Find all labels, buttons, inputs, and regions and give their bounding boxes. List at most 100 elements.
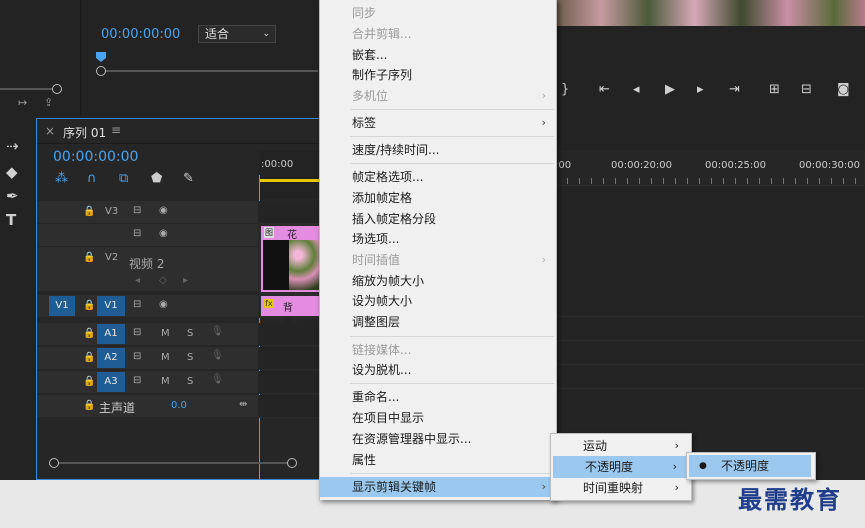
keyframe-next-icon[interactable]: ▸ bbox=[183, 275, 188, 286]
type-icon[interactable]: T bbox=[6, 211, 16, 229]
menu-item-set-to-frame[interactable]: 设为帧大小 bbox=[320, 291, 556, 311]
menu-item-make-subsequence[interactable]: 制作子序列 bbox=[320, 65, 556, 85]
sync-lock-icon[interactable]: ⊟ bbox=[133, 205, 141, 216]
linked-select-icon[interactable]: ⧉ bbox=[119, 171, 128, 186]
snap-icon[interactable]: ∩ bbox=[87, 171, 97, 186]
pen-icon[interactable]: ✒ bbox=[6, 187, 19, 205]
menu-item-insert-frame-hold[interactable]: 插入帧定格分段 bbox=[320, 209, 556, 229]
scroll-knob-right[interactable] bbox=[287, 458, 297, 468]
menu-icon[interactable]: ≡ bbox=[111, 123, 121, 137]
master-volume-value[interactable]: 0.0 bbox=[171, 400, 187, 411]
overwrite-icon[interactable]: ⇪ bbox=[44, 96, 53, 109]
marker-icon[interactable]: ⬟ bbox=[151, 171, 162, 186]
lock-icon[interactable]: 🔒 bbox=[83, 352, 95, 363]
nest-icon[interactable]: ⁂ bbox=[55, 171, 68, 186]
go-to-in-icon[interactable]: ⇤ bbox=[599, 82, 610, 97]
menu-item-label-color[interactable]: 标签 › bbox=[320, 113, 556, 133]
menu-item-show-clip-keyframes[interactable]: 显示剪辑关键帧 › bbox=[320, 477, 556, 497]
lock-icon[interactable]: 🔒 bbox=[83, 300, 95, 311]
track-label-v1[interactable]: V1 bbox=[97, 296, 125, 316]
menu-item-field-options[interactable]: 场选项... bbox=[320, 229, 556, 249]
eye-icon[interactable]: ◉ bbox=[159, 205, 168, 216]
microphone-icon[interactable]: 🎙 bbox=[211, 350, 224, 361]
go-to-end-icon[interactable]: ⇹ bbox=[239, 399, 247, 410]
eye-icon[interactable]: ◉ bbox=[159, 299, 168, 310]
wrench-icon[interactable]: ✎ bbox=[183, 171, 194, 186]
microphone-icon[interactable]: 🎙 bbox=[211, 374, 224, 385]
menu-item-link-media[interactable]: 链接媒体... bbox=[320, 340, 556, 360]
menu-item-frame-hold-options[interactable]: 帧定格选项... bbox=[320, 167, 556, 187]
menu-item-speed-duration[interactable]: 速度/持续时间... bbox=[320, 140, 556, 160]
menu-item-properties[interactable]: 属性 bbox=[320, 450, 556, 470]
mute-button[interactable]: M bbox=[161, 376, 170, 387]
submenu-item-motion[interactable]: 运动 › bbox=[551, 435, 689, 457]
keyframe-prev-icon[interactable]: ◂ bbox=[135, 275, 140, 286]
sync-lock-icon[interactable]: ⊟ bbox=[133, 228, 141, 239]
step-forward-icon[interactable]: ▸ bbox=[697, 82, 704, 97]
menu-item-add-frame-hold[interactable]: 添加帧定格 bbox=[320, 188, 556, 208]
lift-icon[interactable]: ⊞ bbox=[769, 82, 780, 97]
track-label-v2[interactable]: V2 bbox=[105, 252, 118, 263]
menu-item-scale-to-frame[interactable]: 缩放为帧大小 bbox=[320, 271, 556, 291]
menu-item-sync[interactable]: 同步 bbox=[320, 3, 556, 23]
source-patch-v1[interactable]: V1 bbox=[49, 296, 75, 316]
menu-item-adjustment-layer[interactable]: 调整图层 bbox=[320, 312, 556, 332]
scroll-knob-left[interactable] bbox=[49, 458, 59, 468]
submenu-item-time-remapping[interactable]: 时间重映射 › bbox=[551, 477, 689, 499]
play-icon[interactable]: ▶ bbox=[665, 82, 675, 97]
camera-icon[interactable]: ◙ bbox=[837, 82, 850, 97]
fit-dropdown[interactable]: 适合 ⌄ bbox=[198, 25, 276, 43]
close-icon[interactable]: × bbox=[45, 124, 55, 138]
time-ruler-right[interactable]: :00 00:00:20:00 00:00:25:00 00:00:30:00 bbox=[555, 150, 865, 185]
step-back-icon[interactable]: ◂ bbox=[633, 82, 640, 97]
sync-lock-icon[interactable]: ⊟ bbox=[133, 351, 141, 362]
razor-icon[interactable]: ◆ bbox=[6, 163, 18, 181]
menu-item-merge-clips[interactable]: 合并剪辑... bbox=[320, 24, 556, 44]
scrub-track[interactable] bbox=[0, 88, 60, 90]
mute-button[interactable]: M bbox=[161, 352, 170, 363]
go-to-out-icon[interactable]: ⇥ bbox=[729, 82, 740, 97]
lock-icon[interactable]: 🔒 bbox=[83, 400, 95, 411]
track-label-a3[interactable]: A3 bbox=[97, 372, 125, 392]
extract-icon[interactable]: ⊟ bbox=[801, 82, 812, 97]
source-scrub-knob[interactable] bbox=[96, 66, 106, 76]
clip-bg[interactable]: fx 背景.jpeg bbox=[261, 296, 321, 329]
solo-button[interactable]: S bbox=[187, 352, 193, 363]
lock-icon[interactable]: 🔒 bbox=[83, 252, 95, 263]
track-name-v2[interactable]: 视频 2 bbox=[129, 255, 164, 272]
track-label-v3[interactable]: V3 bbox=[105, 206, 118, 217]
playhead-icon[interactable] bbox=[96, 52, 106, 62]
eye-icon[interactable]: ◉ bbox=[159, 228, 168, 239]
microphone-icon[interactable]: 🎙 bbox=[211, 326, 224, 337]
sync-lock-icon[interactable]: ⊟ bbox=[133, 299, 141, 310]
sequence-tab[interactable]: 序列 01 bbox=[63, 124, 106, 141]
insert-icon[interactable]: ↦ bbox=[18, 96, 27, 109]
menu-item-reveal-in-explorer[interactable]: 在资源管理器中显示... bbox=[320, 429, 556, 449]
lock-icon[interactable]: 🔒 bbox=[83, 206, 95, 217]
menu-item-make-offline[interactable]: 设为脱机... bbox=[320, 360, 556, 380]
clip-flower[interactable]: 图 花儿.jpeg bbox=[261, 226, 322, 292]
timeline-scrollbar[interactable] bbox=[53, 462, 293, 464]
track-label-a2[interactable]: A2 bbox=[97, 348, 125, 368]
scrub-knob[interactable] bbox=[52, 84, 62, 94]
lock-icon[interactable]: 🔒 bbox=[83, 328, 95, 339]
track-label-a1[interactable]: A1 bbox=[97, 324, 125, 344]
submenu-item-opacity-param[interactable]: ● 不透明度 bbox=[689, 455, 811, 477]
menu-item-time-interpolation[interactable]: 时间插值 › bbox=[320, 250, 556, 270]
lock-icon[interactable]: 🔒 bbox=[83, 376, 95, 387]
menu-item-nest[interactable]: 嵌套... bbox=[320, 45, 556, 65]
mute-button[interactable]: M bbox=[161, 328, 170, 339]
solo-button[interactable]: S bbox=[187, 328, 193, 339]
track-select-icon[interactable]: ⇢ bbox=[6, 137, 19, 155]
sync-lock-icon[interactable]: ⊟ bbox=[133, 375, 141, 386]
menu-item-multicam[interactable]: 多机位 › bbox=[320, 86, 556, 106]
mark-out-icon[interactable]: } bbox=[561, 82, 569, 97]
submenu-item-opacity[interactable]: 不透明度 › bbox=[553, 456, 687, 478]
work-area-bar[interactable] bbox=[259, 179, 319, 182]
solo-button[interactable]: S bbox=[187, 376, 193, 387]
source-scrub-track[interactable] bbox=[100, 70, 318, 72]
sync-lock-icon[interactable]: ⊟ bbox=[133, 327, 141, 338]
keyframe-add-icon[interactable]: ◇ bbox=[159, 275, 167, 286]
menu-item-reveal-in-project[interactable]: 在项目中显示 bbox=[320, 408, 556, 428]
menu-item-rename[interactable]: 重命名... bbox=[320, 387, 556, 407]
